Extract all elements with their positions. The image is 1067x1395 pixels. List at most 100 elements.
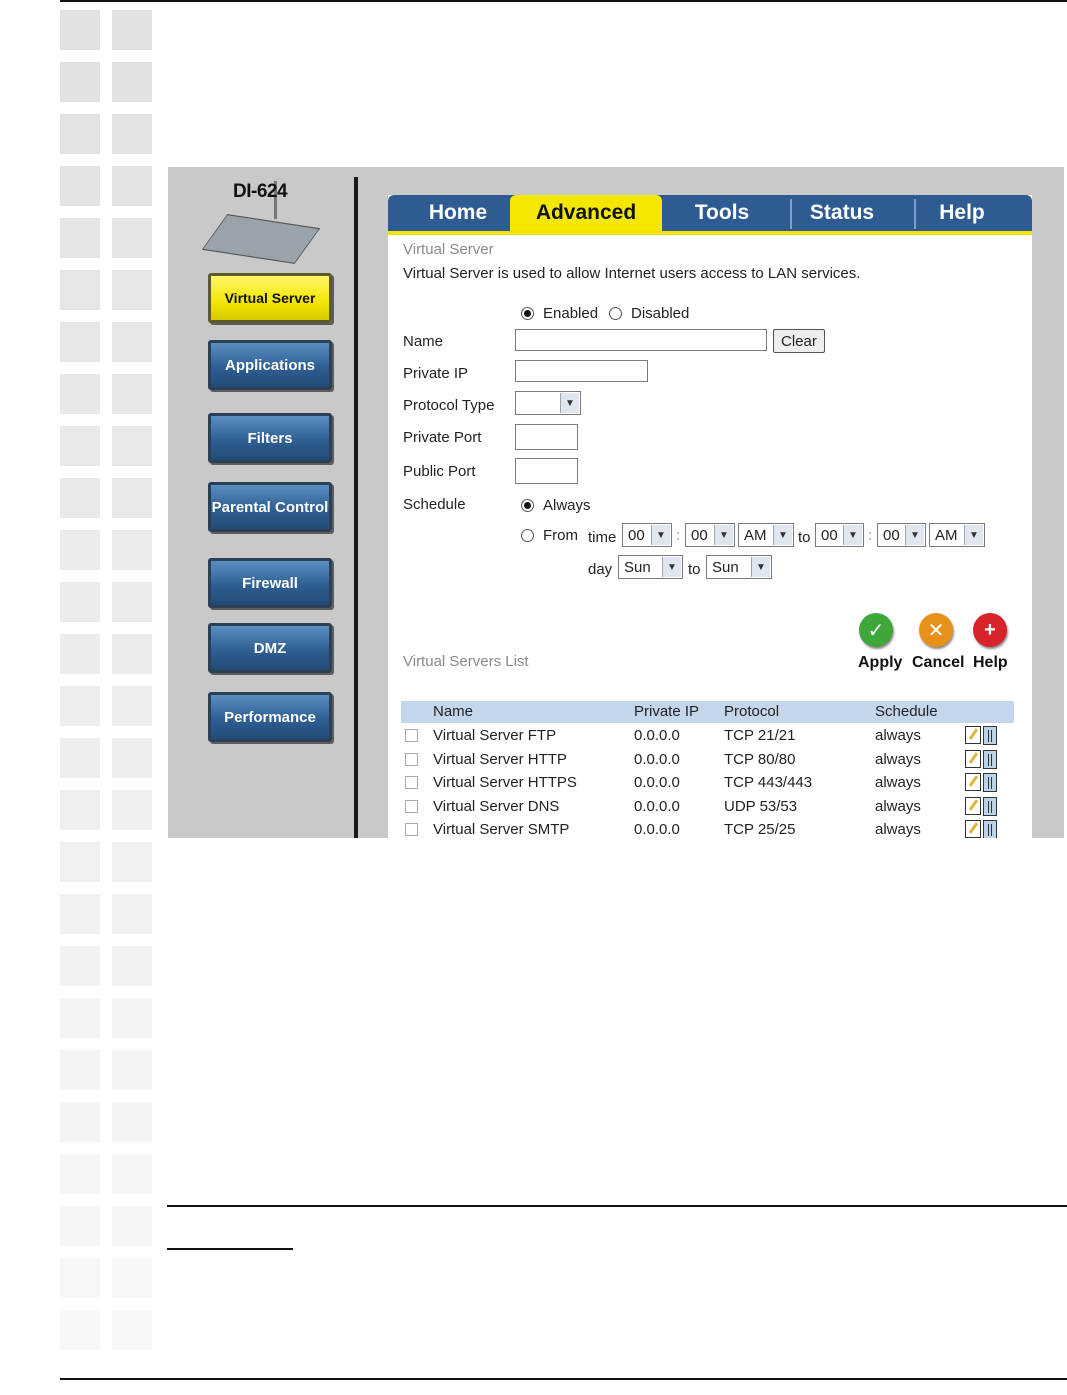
- row-protocol: UDP 53/53: [724, 797, 798, 815]
- trash-icon[interactable]: [983, 726, 997, 745]
- row-checkbox[interactable]: [405, 729, 418, 742]
- tab-home[interactable]: Home: [398, 195, 518, 231]
- row-checkbox[interactable]: [405, 799, 418, 813]
- private-port-input[interactable]: [515, 424, 578, 450]
- from-hour-select[interactable]: 00 ▼: [622, 523, 672, 547]
- row-checkbox[interactable]: [405, 752, 418, 766]
- cancel-button[interactable]: Cancel: [912, 654, 964, 672]
- clear-button[interactable]: Clear: [773, 329, 825, 353]
- tab-help[interactable]: Help: [902, 195, 1022, 231]
- sidebar-item-performance[interactable]: Performance: [208, 692, 332, 742]
- chevron-down-icon: ▼: [843, 525, 862, 545]
- to-ampm-value: AM: [935, 526, 958, 544]
- enabled-radio[interactable]: [521, 307, 534, 320]
- row-private-ip: 0.0.0.0: [634, 797, 680, 815]
- private-ip-input[interactable]: [515, 360, 648, 382]
- sidebar-item-filters[interactable]: Filters: [208, 413, 332, 463]
- chevron-down-icon: ▼: [751, 557, 770, 577]
- trash-icon[interactable]: [983, 820, 997, 838]
- time-label: time: [588, 529, 617, 546]
- apply-check-icon[interactable]: ✓: [859, 613, 893, 647]
- row-schedule: always: [875, 821, 921, 838]
- sidebar-item-firewall[interactable]: Firewall: [208, 558, 332, 608]
- cancel-x-icon[interactable]: ✕: [919, 613, 953, 647]
- row-schedule: always: [875, 750, 921, 768]
- protocol-type-select[interactable]: ▼: [515, 391, 581, 415]
- column-schedule: Schedule: [875, 703, 938, 720]
- edit-icon[interactable]: [965, 796, 981, 815]
- time-separator: :: [676, 527, 681, 544]
- row-checkbox[interactable]: [405, 823, 418, 836]
- decorative-tile: [112, 166, 152, 206]
- from-hour-value: 00: [628, 526, 645, 544]
- trash-icon[interactable]: [983, 773, 997, 792]
- row-checkbox[interactable]: [405, 776, 418, 789]
- to-minute-select[interactable]: 00 ▼: [877, 523, 926, 547]
- tab-status[interactable]: Status: [782, 195, 902, 231]
- decorative-tile: [112, 1206, 152, 1246]
- from-minute-select[interactable]: 00 ▼: [685, 523, 735, 547]
- decorative-tile: [60, 1050, 100, 1090]
- row-name: Virtual Server FTP: [433, 727, 557, 744]
- public-port-label: Public Port: [403, 463, 476, 480]
- decorative-tile: [112, 946, 152, 986]
- row-private-ip: 0.0.0.0: [634, 750, 680, 768]
- top-rule: [60, 0, 1067, 2]
- section-title: Virtual Server: [403, 241, 494, 258]
- sidebar-item-parental-control[interactable]: Parental Control: [208, 482, 332, 532]
- decorative-tile: [112, 1258, 152, 1298]
- decorative-tile: [112, 10, 152, 50]
- table-row: Virtual Server DNS 0.0.0.0 UDP 53/53 always: [401, 796, 1014, 819]
- decorative-tile: [112, 218, 152, 258]
- bottom-rule: [60, 1378, 1067, 1380]
- row-name: Virtual Server SMTP: [433, 821, 570, 838]
- to-day-select[interactable]: Sun ▼: [706, 555, 772, 579]
- row-private-ip: 0.0.0.0: [634, 727, 680, 744]
- decorative-tile: [60, 738, 100, 778]
- help-button[interactable]: Help: [973, 654, 1008, 672]
- decorative-tile: [60, 1102, 100, 1142]
- to-hour-select[interactable]: 00 ▼: [815, 523, 864, 547]
- decorative-tile: [112, 842, 152, 882]
- always-radio[interactable]: [521, 499, 534, 512]
- row-private-ip: 0.0.0.0: [634, 774, 680, 791]
- edit-icon[interactable]: [965, 749, 981, 768]
- to-minute-value: 00: [883, 526, 900, 544]
- apply-button[interactable]: Apply: [858, 654, 902, 672]
- decorative-tile: [112, 1154, 152, 1194]
- from-day-select[interactable]: Sun ▼: [618, 555, 683, 579]
- edit-icon[interactable]: [965, 820, 981, 838]
- row-protocol: TCP 25/25: [724, 821, 796, 838]
- list-title: Virtual Servers List: [403, 653, 529, 670]
- help-plus-icon[interactable]: +: [973, 613, 1007, 647]
- decorative-tile-column: [60, 10, 154, 1380]
- decorative-tile: [60, 166, 100, 206]
- name-input[interactable]: [515, 329, 767, 351]
- decorative-tile: [60, 998, 100, 1038]
- from-radio[interactable]: [521, 529, 534, 542]
- decorative-tile: [60, 842, 100, 882]
- chevron-down-icon: ▼: [560, 393, 579, 413]
- private-port-label: Private Port: [403, 429, 482, 446]
- sidebar-item-applications[interactable]: Applications: [208, 340, 332, 390]
- decorative-tile: [60, 322, 100, 362]
- from-ampm-select[interactable]: AM ▼: [738, 523, 794, 547]
- tab-tools[interactable]: Tools: [662, 195, 782, 231]
- trash-icon[interactable]: [983, 749, 997, 769]
- sidebar-item-virtual-server[interactable]: Virtual Server: [208, 273, 332, 323]
- from-minute-value: 00: [691, 526, 708, 544]
- trash-icon[interactable]: [983, 796, 997, 816]
- tab-advanced[interactable]: Advanced: [510, 195, 662, 231]
- edit-icon[interactable]: [965, 726, 981, 744]
- day-label: day: [588, 561, 613, 578]
- decorative-tile: [112, 790, 152, 830]
- sidebar-item-dmz[interactable]: DMZ: [208, 623, 332, 673]
- row-schedule: always: [875, 797, 921, 815]
- chevron-down-icon: ▼: [714, 525, 733, 545]
- to-ampm-select[interactable]: AM ▼: [929, 523, 985, 547]
- public-port-input[interactable]: [515, 458, 578, 484]
- column-protocol: Protocol: [724, 703, 780, 720]
- disabled-radio[interactable]: [609, 307, 622, 320]
- chevron-down-icon: ▼: [662, 557, 681, 577]
- edit-icon[interactable]: [965, 773, 981, 791]
